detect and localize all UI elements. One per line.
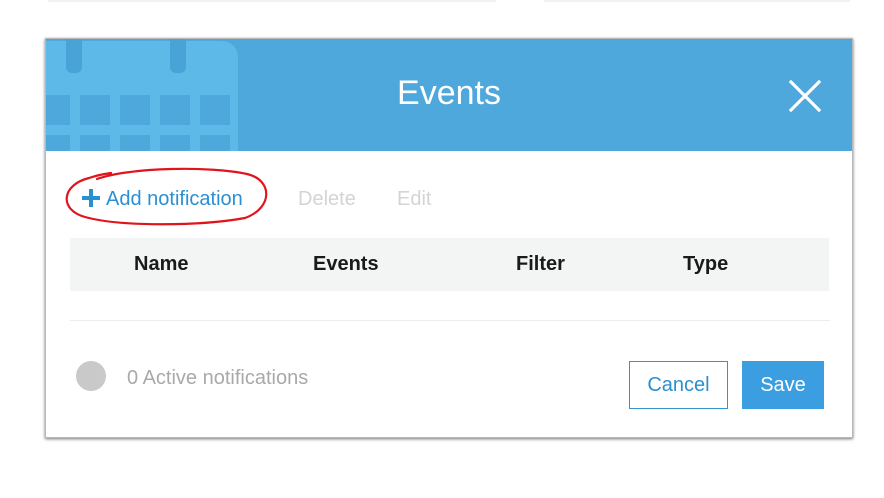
table-header: Name Events Filter Type <box>70 238 829 291</box>
active-notifications-count: 0 Active notifications <box>127 367 309 389</box>
save-button[interactable]: Save <box>742 361 824 409</box>
column-header-name[interactable]: Name <box>134 238 188 291</box>
add-notification-button[interactable]: Add notification <box>82 185 243 213</box>
cancel-button[interactable]: Cancel <box>629 361 728 409</box>
status-indicator <box>76 361 106 391</box>
close-icon <box>788 79 822 113</box>
plus-icon <box>82 188 100 207</box>
add-notification-label: Add notification <box>106 188 243 210</box>
column-header-filter[interactable]: Filter <box>516 238 565 291</box>
events-dialog: Events Add notification Delete Edit Name… <box>45 38 853 438</box>
column-header-events[interactable]: Events <box>313 238 379 291</box>
dialog-header: Events <box>46 39 852 151</box>
close-button[interactable] <box>788 79 822 113</box>
delete-button[interactable]: Delete <box>298 185 356 213</box>
background-bar-right <box>544 0 850 2</box>
dialog-title: Events <box>397 74 501 112</box>
divider <box>70 320 830 321</box>
background-bar-left <box>48 0 496 2</box>
edit-button[interactable]: Edit <box>397 185 431 213</box>
column-header-type[interactable]: Type <box>683 238 728 291</box>
